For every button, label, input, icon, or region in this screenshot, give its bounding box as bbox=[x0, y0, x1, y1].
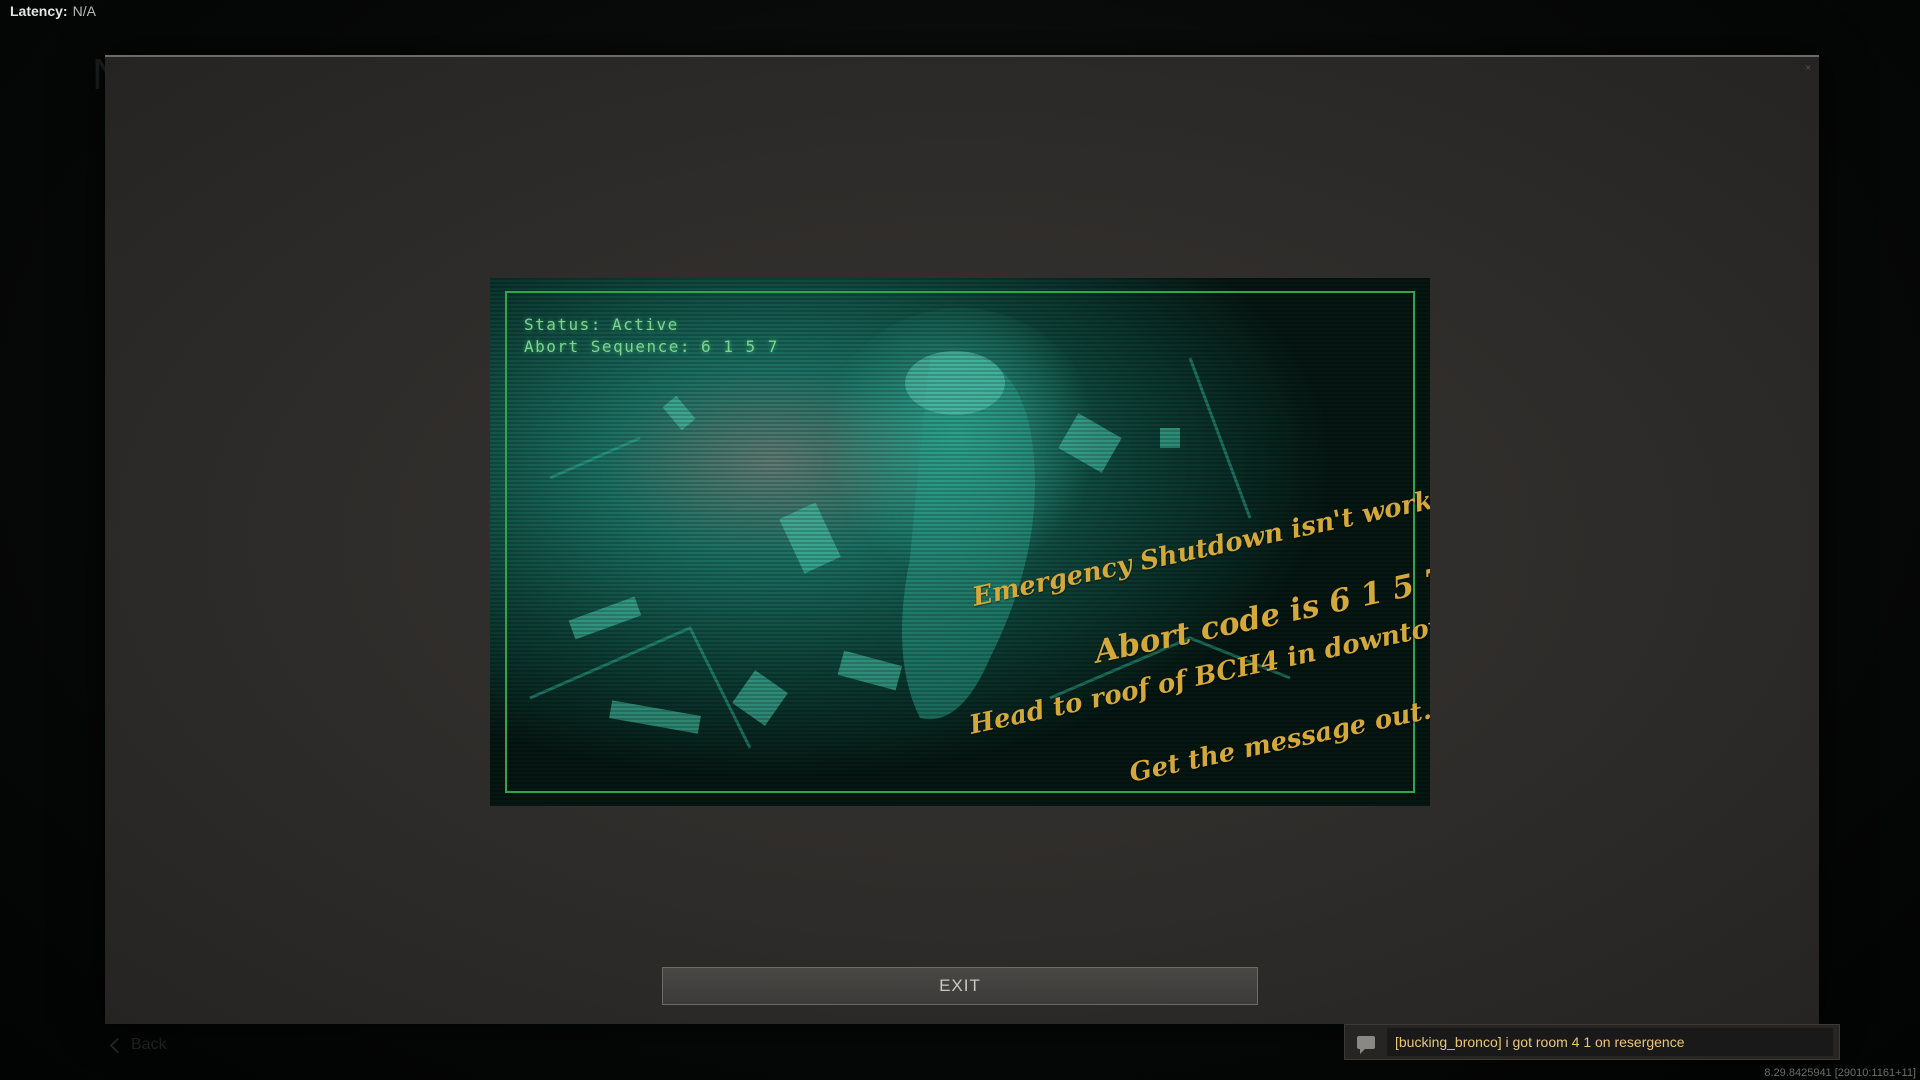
abort-sequence-value: 6 1 5 7 bbox=[701, 337, 779, 356]
build-version: 8.29.8425941 [29010:1161+11] bbox=[1764, 1067, 1916, 1079]
intel-modal: × Status: Active Abort Sequence: 6 1 5 7… bbox=[105, 55, 1819, 1024]
chevron-left-icon bbox=[109, 1037, 126, 1053]
intel-photo: Status: Active Abort Sequence: 6 1 5 7 E… bbox=[490, 278, 1430, 806]
background-back-label: Back bbox=[131, 1036, 167, 1053]
exit-button[interactable]: EXIT bbox=[662, 967, 1258, 1005]
close-icon[interactable]: × bbox=[1805, 63, 1811, 74]
chat-bubble-icon bbox=[1357, 1035, 1375, 1054]
chat-message: [bucking_bronco] i got room 4 1 on reser… bbox=[1387, 1028, 1833, 1056]
game-screen: N Back Latency: N/A × bbox=[0, 0, 1920, 1080]
chat-icon-button[interactable] bbox=[1345, 1025, 1387, 1059]
status-label: Status: bbox=[524, 315, 602, 334]
latency-readout: Latency: N/A bbox=[10, 2, 96, 20]
background-back-button[interactable]: Back bbox=[109, 1030, 167, 1060]
status-value: Active bbox=[611, 315, 679, 334]
latency-label: Latency: bbox=[10, 3, 68, 19]
chat-bar[interactable]: [bucking_bronco] i got room 4 1 on reser… bbox=[1344, 1024, 1840, 1060]
monitor-status-overlay: Status: Active Abort Sequence: 6 1 5 7 bbox=[524, 314, 779, 358]
latency-value: N/A bbox=[72, 3, 96, 19]
abort-sequence-label: Abort Sequence: bbox=[524, 337, 691, 356]
